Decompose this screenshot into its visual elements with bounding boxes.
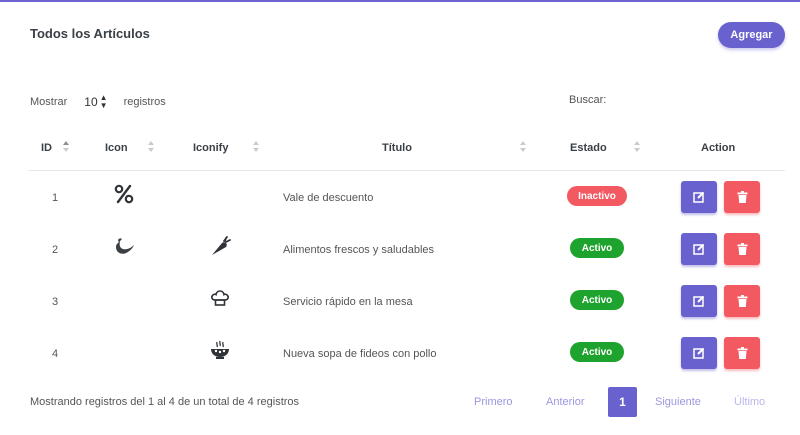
edit-icon	[693, 347, 705, 359]
delete-button[interactable]	[724, 285, 760, 317]
table-row: 4 Nueva sopa de fideos con pollo Activo	[0, 334, 800, 386]
pagination-current-page[interactable]: 1	[608, 387, 637, 417]
column-header-title[interactable]: Título	[382, 142, 412, 154]
delete-button[interactable]	[724, 337, 760, 369]
add-button[interactable]: Agregar	[718, 22, 785, 48]
row-title: Nueva sopa de fideos con pollo	[283, 348, 437, 360]
sort-icon[interactable]	[253, 140, 259, 154]
carrot-icon	[209, 235, 231, 257]
pagination-first[interactable]: Primero	[474, 396, 513, 408]
table-row: 3 Servicio rápido en la mesa Activo	[0, 282, 800, 334]
column-header-iconify[interactable]: Iconify	[193, 142, 228, 154]
sort-icon[interactable]	[520, 140, 526, 154]
column-header-icon[interactable]: Icon	[105, 142, 128, 154]
row-id: 4	[52, 348, 59, 360]
length-prefix: Mostrar	[30, 96, 68, 108]
card-top-border	[0, 0, 800, 2]
table-info: Mostrando registros del 1 al 4 de un tot…	[30, 396, 300, 408]
trash-icon	[737, 347, 747, 359]
edit-icon	[693, 191, 705, 203]
sort-asc-icon[interactable]	[63, 140, 69, 154]
sort-icon[interactable]	[634, 140, 640, 154]
updown-caret-icon: ▲ ▼	[99, 93, 108, 110]
row-id: 3	[52, 296, 59, 308]
row-title: Vale de descuento	[283, 192, 374, 204]
row-id: 1	[52, 192, 59, 204]
length-suffix: registros	[123, 96, 166, 108]
status-badge: Inactivo	[567, 186, 627, 206]
edit-button[interactable]	[681, 181, 717, 213]
header-divider	[28, 170, 785, 171]
trash-icon	[737, 191, 747, 203]
percent-icon	[113, 183, 135, 205]
pagination-prev[interactable]: Anterior	[546, 396, 585, 408]
column-header-action: Action	[701, 142, 736, 154]
row-id: 2	[52, 244, 59, 256]
row-title: Servicio rápido en la mesa	[283, 296, 413, 308]
pagination-last[interactable]: Último	[734, 396, 765, 408]
status-badge: Activo	[570, 342, 624, 362]
edit-button[interactable]	[681, 285, 717, 317]
edit-button[interactable]	[681, 233, 717, 265]
trash-icon	[737, 243, 747, 255]
column-header-status[interactable]: Estado	[570, 142, 607, 154]
status-badge: Activo	[570, 290, 624, 310]
table-row: 2 Alimentos frescos y saludables Activo	[0, 230, 800, 282]
page-title: Todos los Artículos	[30, 26, 150, 41]
edit-icon	[693, 295, 705, 307]
sort-icon[interactable]	[148, 140, 154, 154]
table-row: 1 Vale de descuento Inactivo	[0, 178, 800, 230]
page-length-value: 10	[84, 95, 98, 109]
edit-icon	[693, 243, 705, 255]
delete-button[interactable]	[724, 233, 760, 265]
row-title: Alimentos frescos y saludables	[283, 244, 435, 256]
status-badge: Activo	[570, 238, 624, 258]
search-label: Buscar:	[569, 94, 607, 106]
soup-bowl-icon	[209, 339, 231, 361]
leaf-swirl-icon	[113, 235, 135, 257]
page-length-select[interactable]: 10 ▲ ▼	[84, 94, 107, 110]
chef-hat-icon	[209, 287, 231, 309]
pagination-next[interactable]: Siguiente	[655, 396, 701, 408]
trash-icon	[737, 295, 747, 307]
delete-button[interactable]	[724, 181, 760, 213]
page-length-control: Mostrar 10 ▲ ▼ registros	[30, 94, 166, 110]
column-header-id[interactable]: ID	[41, 142, 52, 154]
edit-button[interactable]	[681, 337, 717, 369]
